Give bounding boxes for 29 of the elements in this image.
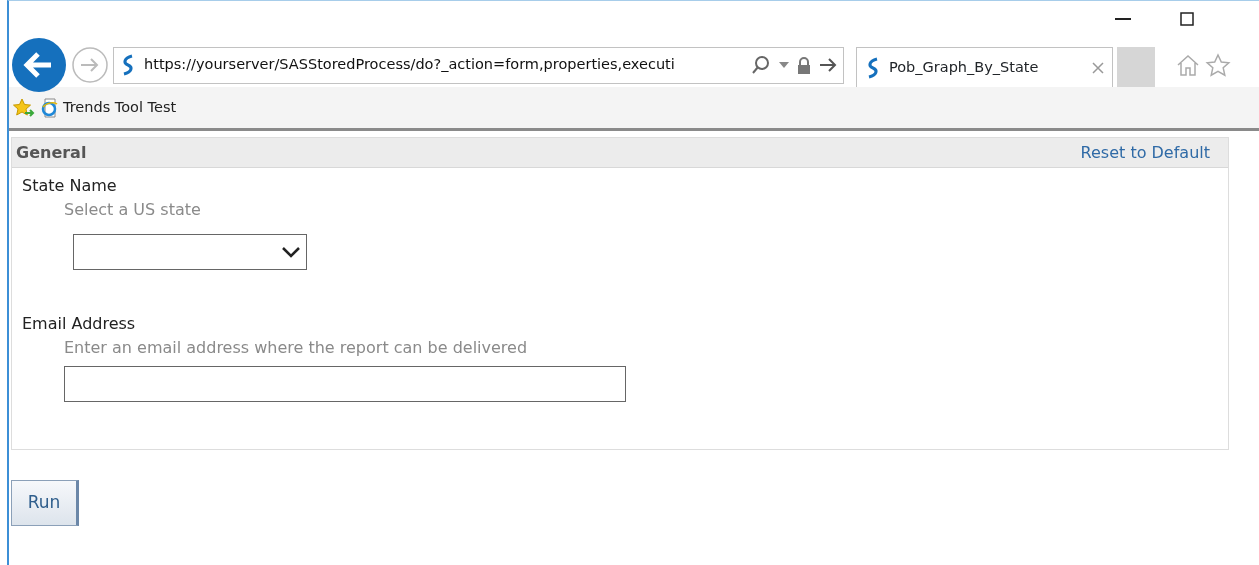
run-button[interactable]: Run [11,480,79,526]
tab-title: Pob_Graph_By_State [889,57,1040,77]
section-title: General [16,141,87,164]
field-hint: Enter an email address where the report can be delivered [64,337,529,359]
reset-link[interactable]: Reset to Default [1080,140,1210,165]
dropdown-icon[interactable] [779,62,789,68]
page-icon [41,97,59,118]
field-label: Email Address [22,313,137,335]
browser-tab[interactable]: Pob_Graph_By_State [856,47,1113,87]
favorite-link[interactable]: Trends Tool Test [63,96,177,119]
address-bar[interactable]: https://yourserver/SASStoredProcess/do?_action=form,properties,executi [113,46,844,84]
field-hint: Select a US state [64,199,202,221]
forward-button[interactable] [71,46,109,84]
lock-icon [797,56,811,74]
state-select[interactable] [73,234,307,270]
star-icon[interactable] [1205,53,1231,77]
close-icon[interactable] [1092,61,1104,74]
favorites-star-icon[interactable] [13,97,35,118]
site-logo-icon [865,56,881,79]
email-input[interactable] [64,366,626,402]
site-logo-icon [120,54,136,76]
go-icon[interactable] [819,57,837,73]
field-label: State Name [22,175,118,197]
maximize-button[interactable] [1180,12,1194,26]
back-button[interactable] [11,37,67,93]
chevron-icon [282,246,300,258]
home-icon[interactable] [1175,53,1201,77]
address-text: https://yourserver/SASStoredProcess/do?_action=form,properties,executi [144,55,676,75]
search-icon[interactable] [751,55,771,75]
